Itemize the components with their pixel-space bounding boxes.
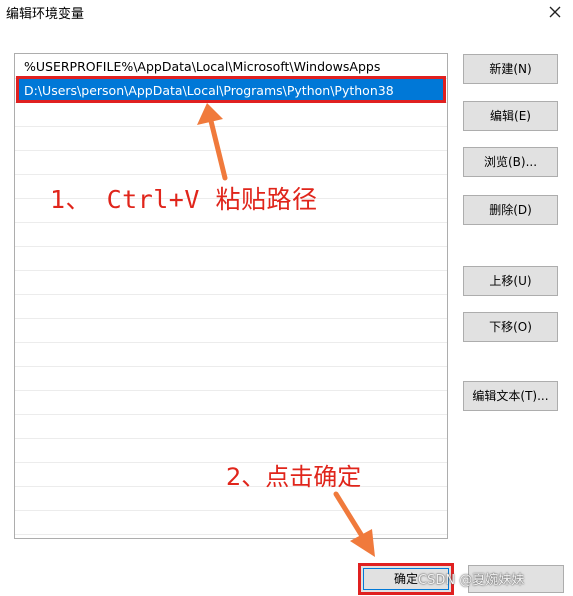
move-down-button[interactable]: 下移(O)	[463, 312, 558, 342]
list-item[interactable]: %USERPROFILE%\AppData\Local\Microsoft\Wi…	[16, 55, 446, 79]
browse-button[interactable]: 浏览(B)...	[463, 147, 558, 177]
edit-text-button[interactable]: 编辑文本(T)...	[463, 381, 558, 411]
watermark: CSDN @夏婉妹妹	[418, 573, 525, 588]
step1-annotation: 1、 Ctrl+V 粘贴路径	[50, 185, 318, 214]
close-icon[interactable]	[545, 2, 565, 22]
move-up-button[interactable]: 上移(U)	[463, 266, 558, 296]
edit-button[interactable]: 编辑(E)	[463, 101, 558, 131]
list-item-selected[interactable]: D:\Users\person\AppData\Local\Programs\P…	[16, 79, 446, 103]
new-button[interactable]: 新建(N)	[463, 54, 558, 84]
delete-button[interactable]: 删除(D)	[463, 195, 558, 225]
step2-annotation: 2、点击确定	[226, 463, 362, 491]
window-title: 编辑环境变量	[6, 7, 85, 22]
